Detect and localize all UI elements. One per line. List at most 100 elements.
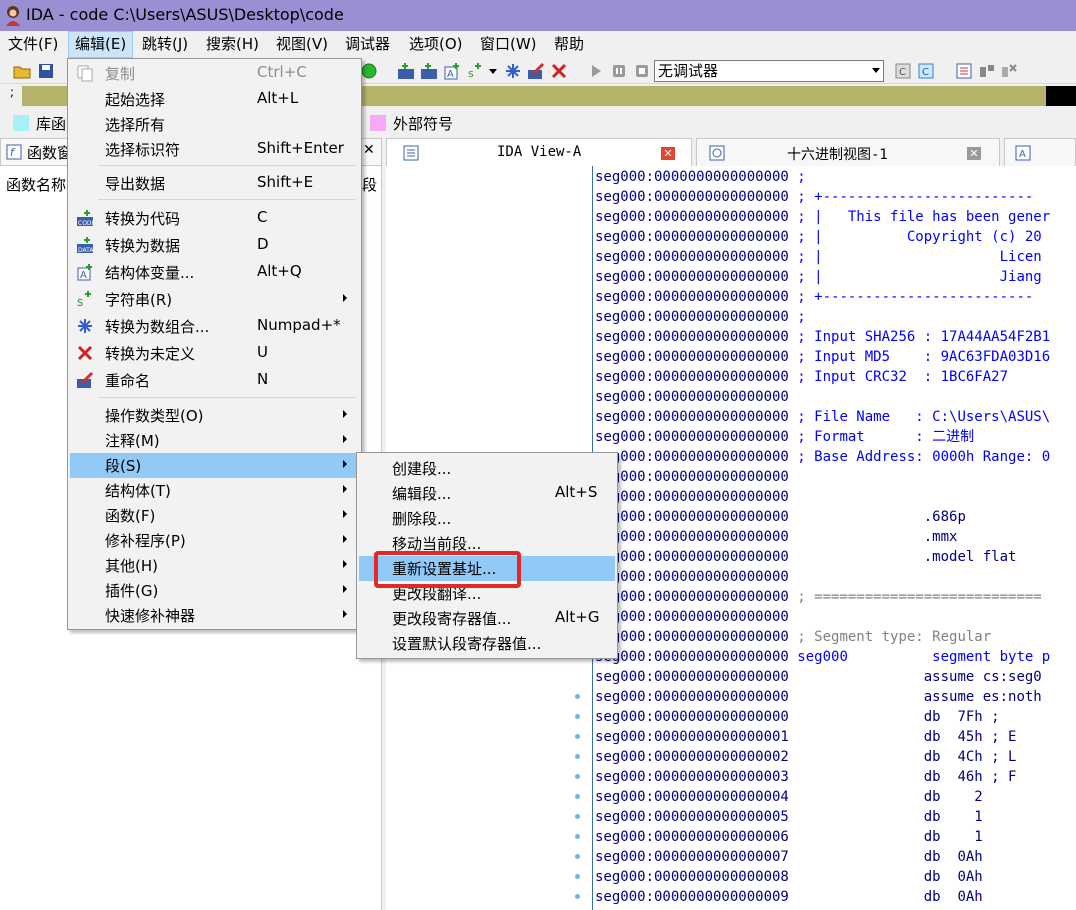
disasm-line[interactable]: seg000:0000000000000000 ; [595,307,806,327]
function-name-column-header[interactable]: 函数名称 [6,174,66,195]
tab-structures[interactable]: A [1004,138,1076,166]
stop-icon[interactable] [633,62,651,80]
disasm-line[interactable]: seg000:0000000000000000 ; [595,167,806,187]
open-folder-icon[interactable] [13,62,31,80]
menu-jump[interactable]: 跳转(J) [136,31,194,58]
close-icon[interactable]: ✕ [661,147,675,160]
tools-icon[interactable] [1000,62,1018,80]
menu-item-begin-selection[interactable]: 起始选择 Alt+L [70,87,359,112]
ida-app-icon[interactable] [4,5,23,26]
menu-item-quick-patch[interactable]: 快速修补神器 [70,603,359,628]
disasm-line[interactable]: seg000:0000000000000008 db 0Ah [595,867,983,887]
struct-toolbar-icon[interactable]: A [443,62,461,80]
menu-item-comments[interactable]: 注释(M) [70,428,359,453]
menu-item-create-segment[interactable]: 创建段... [359,456,615,481]
menu-item-operand-type[interactable]: 操作数类型(O) [70,403,359,428]
menu-item-functions[interactable]: 函数(F) [70,503,359,528]
disasm-line[interactable]: seg000:0000000000000004 db 2 [595,787,983,807]
menu-item-copy[interactable]: 复制 Ctrl+C [70,61,359,86]
disasm-line[interactable]: seg000:0000000000000000 ; Input CRC32 : … [595,367,1008,387]
disasm-line[interactable]: seg000:0000000000000000 ; Input SHA256 :… [595,327,1050,347]
disasm-line[interactable]: seg000:0000000000000000 ; Base Address: … [595,447,1050,467]
green-circle-icon[interactable] [360,62,378,80]
menu-options[interactable]: 选项(O) [403,31,469,58]
list-icon[interactable] [955,62,973,80]
menu-item-select-identifier[interactable]: 选择标识符 Shift+Enter [70,137,359,162]
disasm-line[interactable]: seg000:0000000000000000 [595,387,789,407]
disasm-line[interactable]: seg000:0000000000000000 ; | Copyright (c… [595,227,1042,247]
menu-item-export-data[interactable]: 导出数据 Shift+E [70,171,359,196]
disasm-line[interactable]: seg000:0000000000000000 ; | Licen [595,247,1042,267]
menu-item-edit-segment[interactable]: 编辑段... Alt+S [359,481,615,506]
disassembly-listing[interactable]: seg000:0000000000000000 ; seg000:00000000… [592,166,1076,910]
menu-item-convert-array[interactable]: 转换为数组合... Numpad+* [70,314,359,339]
tab-hex-view-1[interactable]: 十六进制视图-1 ✕ [696,138,1000,166]
disasm-line[interactable]: seg000:0000000000000003 db 46h ; F [595,767,1016,787]
disasm-line[interactable]: seg000:0000000000000009 db 0Ah [595,887,983,907]
menu-item-convert-code[interactable]: CODE 转换为代码 C [70,206,359,231]
menu-window[interactable]: 窗口(W) [474,31,543,58]
disasm-line[interactable]: seg000:0000000000000000 ; ==============… [595,587,1042,607]
save-icon[interactable] [37,62,55,80]
menu-help[interactable]: 帮助 [548,31,590,58]
pause-icon[interactable] [610,62,628,80]
disasm-line[interactable]: seg000:0000000000000001 db 45h ; E [595,727,1016,747]
menu-item-undefine[interactable]: 转换为未定义 U [70,341,359,366]
data-toolbar-icon[interactable] [420,62,438,80]
menu-item-struct-var[interactable]: A 结构体变量... Alt+Q [70,260,359,285]
menu-item-rename[interactable]: 重命名 N [70,368,359,393]
menu-view[interactable]: 视图(V) [270,31,334,58]
menu-item-convert-data[interactable]: DATA 转换为数据 D [70,233,359,258]
disasm-line[interactable]: seg000:0000000000000000 ; Format : 二进制 [595,427,974,447]
disasm-line[interactable]: seg000:0000000000000000 assume cs:seg0 [595,667,1042,687]
disasm-line[interactable]: seg000:0000000000000000 ; | This file ha… [595,207,1050,227]
menu-item-segments[interactable]: 段(S) [70,453,359,478]
close-icon[interactable]: ✕ [363,142,375,158]
menu-item-strings[interactable]: s 字符串(R) [70,287,359,312]
debugger-select[interactable]: 无调试器 [654,60,884,82]
segment-column-header[interactable]: 段 [362,174,377,195]
disasm-line[interactable]: seg000:0000000000000000 ; Segment type: … [595,627,991,647]
disasm-line[interactable]: seg000:0000000000000000 db 7Fh ; [595,707,1000,727]
menu-item-default-segment-register[interactable]: 设置默认段寄存器值... [359,631,615,656]
trace-icon[interactable]: C [894,62,912,80]
run-icon[interactable] [587,62,605,80]
menu-item-select-all[interactable]: 选择所有 [70,112,359,137]
menu-item-other[interactable]: 其他(H) [70,553,359,578]
disasm-line[interactable]: seg000:0000000000000000 ; +-------------… [595,287,1033,307]
menu-search[interactable]: 搜索(H) [200,31,265,58]
menu-item-change-segment-register[interactable]: 更改段寄存器值... Alt+G [359,606,615,631]
disasm-line[interactable]: seg000:0000000000000000 [595,467,789,487]
menu-file[interactable]: 文件(F) [2,31,64,58]
menu-item-patch-program[interactable]: 修补程序(P) [70,528,359,553]
disasm-line[interactable]: seg000:0000000000000000 .model flat [595,547,1016,567]
disasm-line[interactable]: seg000:0000000000000000 .686p [595,507,966,527]
code-toolbar-icon[interactable] [397,62,415,80]
close-icon[interactable]: ✕ [967,147,981,160]
disasm-line[interactable]: seg000:0000000000000000 assume es:noth [595,687,1042,707]
breakpoint-icon[interactable] [978,62,996,80]
disasm-line[interactable]: seg000:0000000000000007 db 0Ah [595,847,983,867]
disasm-line[interactable]: seg000:0000000000000000 [595,607,789,627]
disasm-line[interactable]: seg000:0000000000000000 [595,487,789,507]
disasm-line[interactable]: seg000:0000000000000002 db 4Ch ; L [595,747,1016,767]
disasm-line[interactable]: seg000:0000000000000000 ; Input MD5 : 9A… [595,347,1050,367]
menu-debugger[interactable]: 调试器 [339,31,396,58]
disasm-line[interactable]: seg000:0000000000000000 ; +-------------… [595,187,1033,207]
tab-ida-view-a[interactable]: IDA View-A ✕ [386,138,692,167]
dropdown-arrow-icon[interactable] [488,62,498,80]
disasm-line[interactable]: seg000:0000000000000000 ; File Name : C:… [595,407,1050,427]
array-toolbar-icon[interactable] [504,62,522,80]
disasm-line[interactable]: seg000:0000000000000000 ; | Jiang [595,267,1042,287]
disasm-line[interactable]: seg000:0000000000000006 db 1 [595,827,983,847]
disasm-line[interactable]: seg000:0000000000000000 seg000 segment b… [595,647,1050,667]
disasm-line[interactable]: seg000:0000000000000000 [595,567,789,587]
disasm-line[interactable]: seg000:0000000000000005 db 1 [595,807,983,827]
undefine-toolbar-icon[interactable] [550,62,568,80]
menu-item-structs[interactable]: 结构体(T) [70,478,359,503]
string-toolbar-icon[interactable]: s [466,62,484,80]
menu-item-plugins[interactable]: 插件(G) [70,578,359,603]
debug-view-icon[interactable]: C [917,62,935,80]
menu-edit[interactable]: 编辑(E) [68,31,134,58]
menu-item-delete-segment[interactable]: 删除段... [359,506,615,531]
